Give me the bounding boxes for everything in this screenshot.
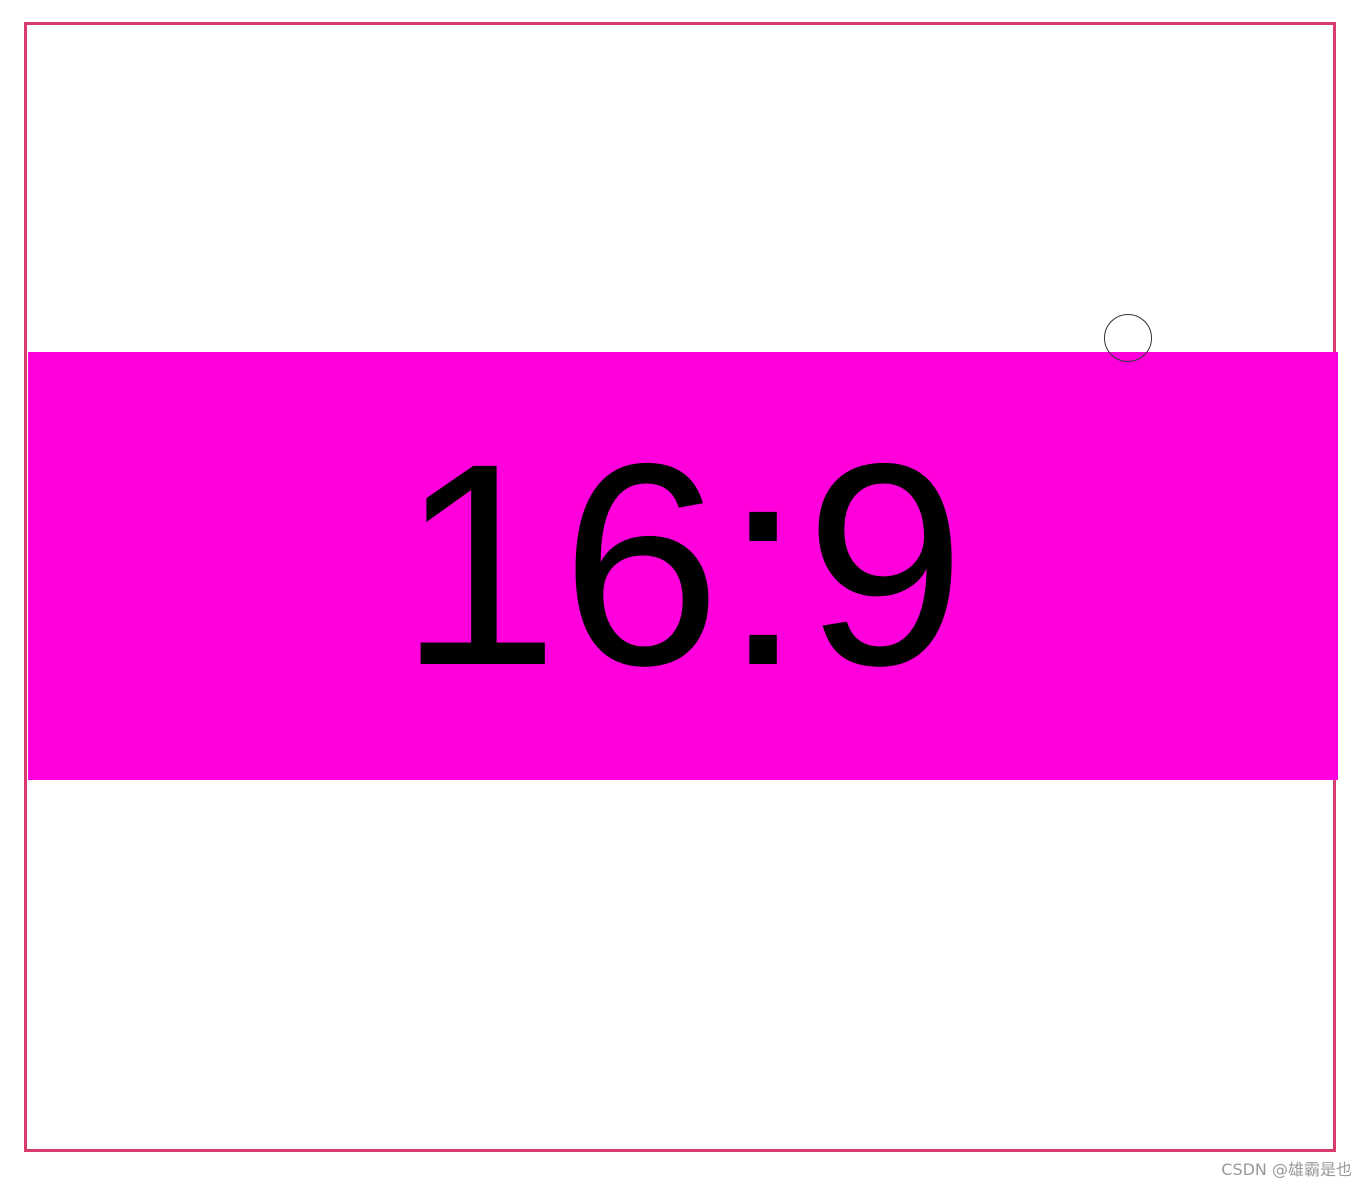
aspect-ratio-label: 16:9 bbox=[398, 404, 968, 726]
cursor-circle-icon bbox=[1104, 314, 1152, 362]
aspect-ratio-band: 16:9 bbox=[28, 352, 1338, 780]
watermark: CSDN @雄霸是也 bbox=[1221, 1160, 1352, 1179]
